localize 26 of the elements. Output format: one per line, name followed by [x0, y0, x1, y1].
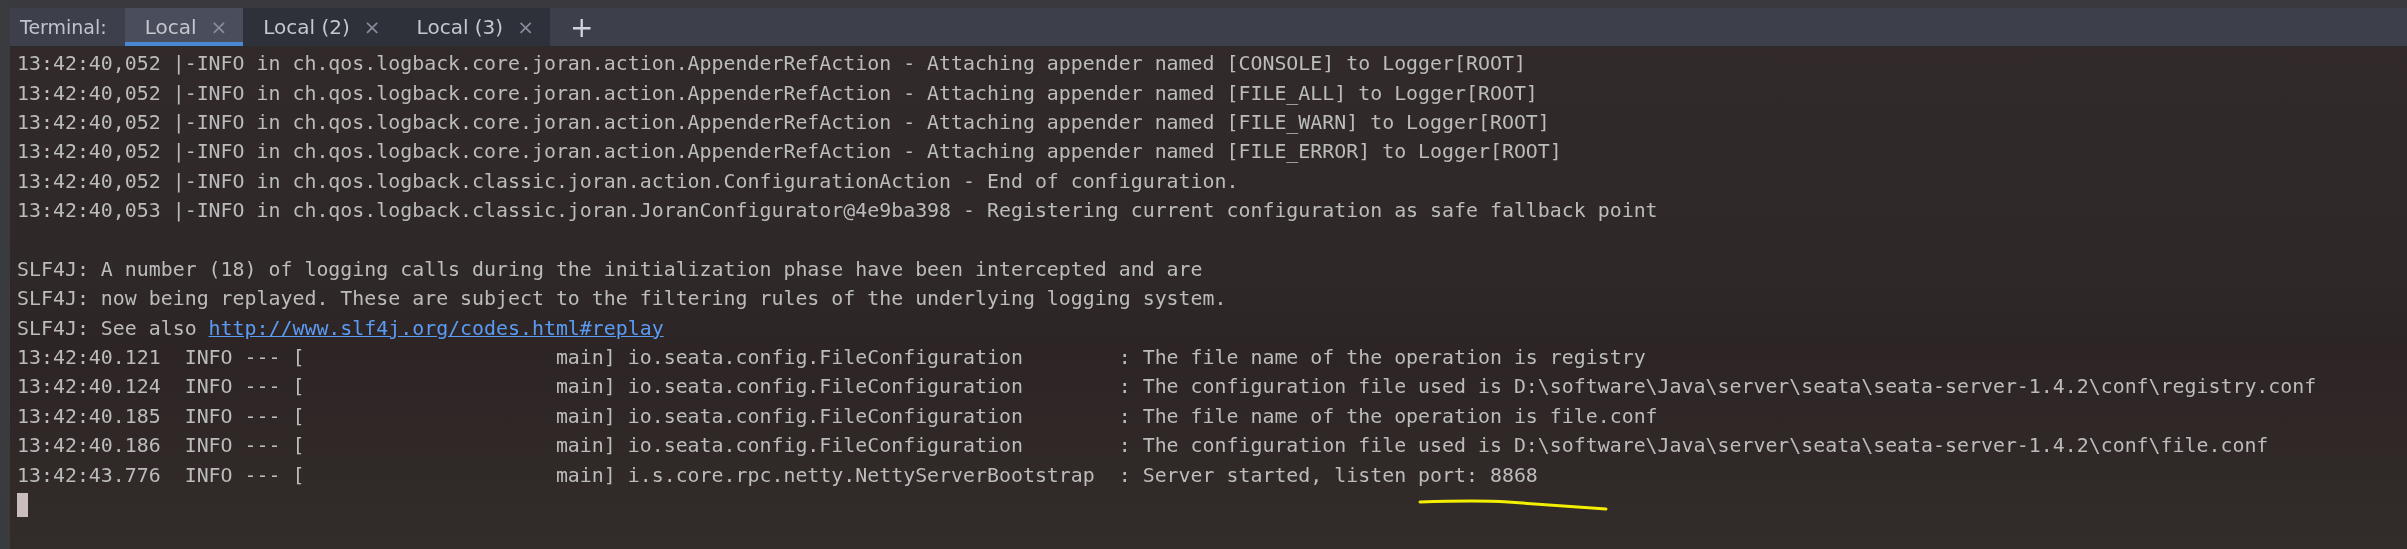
log-line: SLF4J: See also — [17, 316, 198, 340]
log-line: 13:42:40,052 |-INFO in ch.qos.logback.classic.joran.action.ConfigurationAction - End of configuration. — [17, 169, 1239, 193]
tab-label: Local — [144, 15, 197, 39]
log-line: 13:42:43.776 INFO --- [ main] i.s.core.rpc.netty.NettyServerBootstrap : Server started, listen port: 8868 — [17, 463, 1538, 487]
log-line: 13:42:40,052 |-INFO in ch.qos.logback.core.joran.action.AppenderRefAction - Attaching appender named [FILE_WARN] to Logger[ROOT] — [17, 110, 1550, 134]
log-line: SLF4J: now being replayed. These are subject to the filtering rules of the underlying logging system. — [17, 287, 1227, 311]
log-line: 13:42:40.186 INFO --- [ main] io.seata.config.FileConfiguration : The configuration file used is D:\software\Java\server\seata\seata-server-1.4.2\conf\file.conf — [17, 434, 2269, 458]
tab-label: Local (3) — [416, 15, 504, 39]
log-line: 13:42:40.121 INFO --- [ main] io.seata.config.FileConfiguration : The file name of the operation is registry — [17, 346, 1646, 370]
log-line: 13:42:40.185 INFO --- [ main] io.seata.config.FileConfiguration : The file name of the operation is file.conf — [17, 404, 1658, 428]
log-line: SLF4J: A number (18) of logging calls during the initialization phase have been intercepted and are — [17, 257, 1203, 281]
log-line: 13:42:40,052 |-INFO in ch.qos.logback.core.joran.action.AppenderRefAction - Attaching appender named [CONSOLE] to Logger[ROOT] — [17, 52, 1526, 76]
text-cursor — [17, 492, 28, 517]
log-line: 13:42:40,052 |-INFO in ch.qos.logback.core.joran.action.AppenderRefAction - Attaching appender named [FILE_ERROR] to Logger[ROOT] — [17, 140, 1562, 164]
terminal-tab[interactable]: Local × — [124, 8, 244, 46]
tool-window-title: Terminal: — [19, 15, 108, 40]
log-line: 13:42:40,053 |-INFO in ch.qos.logback.classic.joran.JoranConfigurator@4e9ba398 - Registering current configuration as safe fallback point — [17, 199, 1658, 223]
terminal-tab[interactable]: Local (3) × — [396, 8, 550, 46]
close-icon[interactable]: × — [517, 15, 534, 39]
log-line: 13:42:40.124 INFO --- [ main] io.seata.config.FileConfiguration : The configuration file used is D:\software\Java\server\seata\seata-server-1.4.2\conf\registry.conf — [17, 375, 2317, 399]
new-tab-button[interactable]: + — [549, 8, 614, 46]
tab-label: Local (2) — [263, 15, 350, 39]
replay-link[interactable]: http://www.slf4j.org/codes.html#replay — [208, 316, 664, 340]
close-icon[interactable]: × — [363, 15, 381, 39]
log-line: 13:42:40,052 |-INFO in ch.qos.logback.core.joran.action.AppenderRefAction - Attaching appender named [FILE_ALL] to Logger[ROOT] — [17, 81, 1538, 105]
terminal-tab[interactable]: Local (2) × — [243, 8, 397, 46]
